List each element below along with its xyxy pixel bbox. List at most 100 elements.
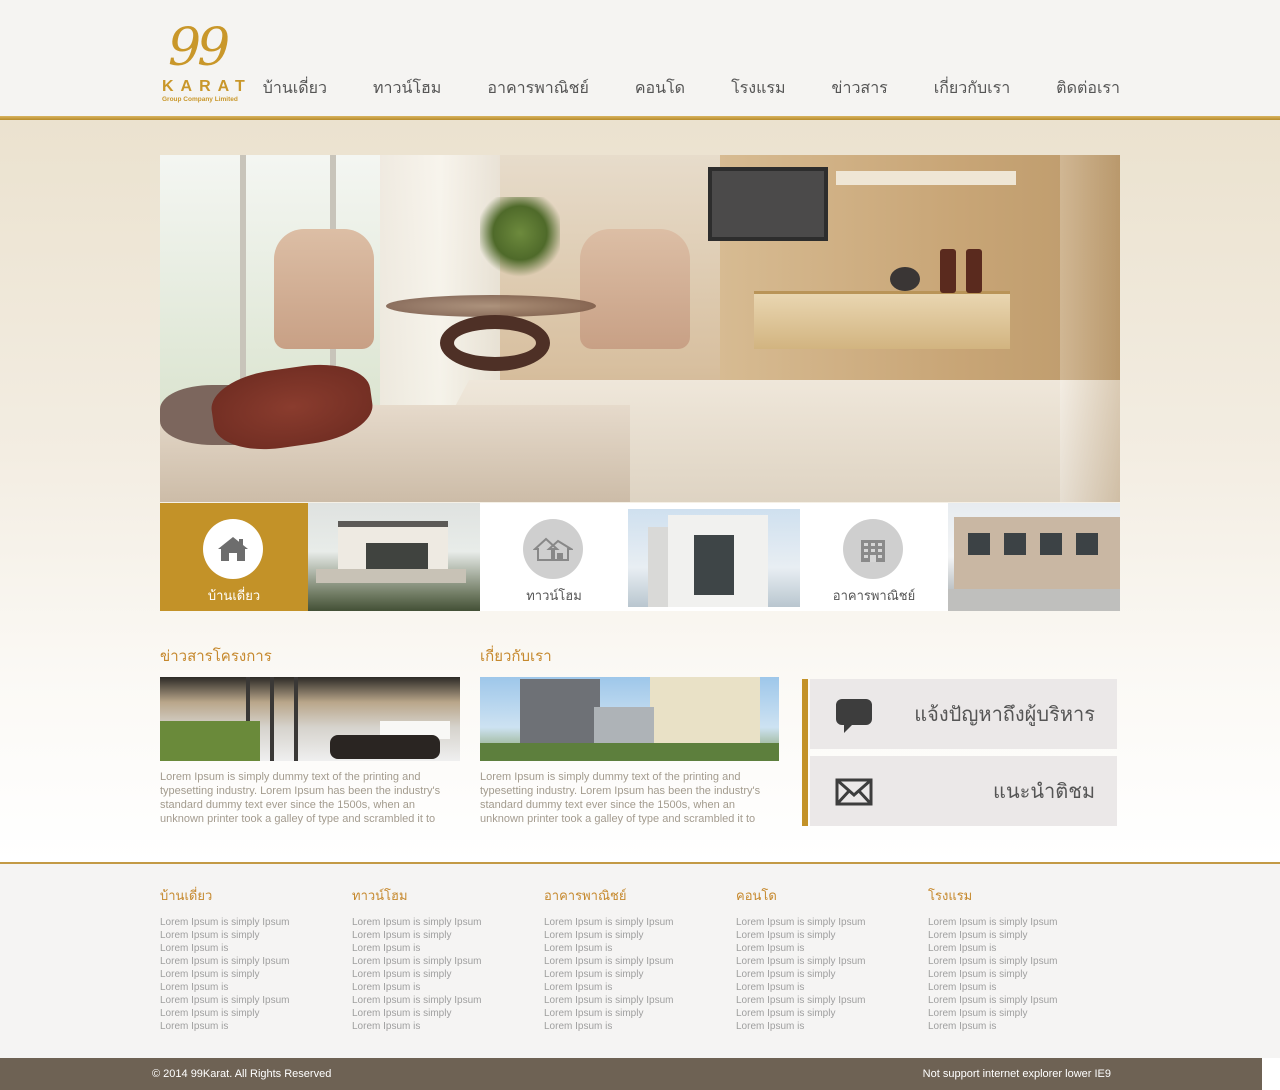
footer-link[interactable]: Lorem Ipsum is simply <box>352 929 532 942</box>
category-townhome[interactable]: ทาวน์โฮม <box>480 503 628 611</box>
footer-link[interactable]: Lorem Ipsum is simply <box>736 929 916 942</box>
footer-link[interactable]: Lorem Ipsum is simply <box>928 929 1108 942</box>
nav-item-commercial[interactable]: อาคารพาณิชย์ <box>464 76 611 100</box>
footer-link[interactable]: Lorem Ipsum is simply Ipsum <box>736 916 916 929</box>
category-label: ทาวน์โฮม <box>526 589 582 604</box>
nav-item-hotel[interactable]: โรงแรม <box>708 76 808 100</box>
logo-number: 99 <box>168 18 230 78</box>
footer-link[interactable]: Lorem Ipsum is <box>928 1020 1108 1033</box>
footer-link[interactable]: Lorem Ipsum is <box>544 981 724 994</box>
news-excerpt: Lorem Ipsum is simply dummy text of the … <box>160 771 441 825</box>
category-tiles: บ้านเดี่ยว ทาวน์โฮม อาคารพาณิชย์ <box>160 503 1120 611</box>
site-header: 99 KARAT Group Company Limited บ้านเดี่ย… <box>0 0 1280 116</box>
footer-link[interactable]: Lorem Ipsum is simply <box>928 1007 1108 1020</box>
hero-banner <box>160 155 1120 502</box>
footer-link[interactable]: Lorem Ipsum is simply Ipsum <box>928 994 1108 1007</box>
footer-link[interactable]: Lorem Ipsum is simply Ipsum <box>352 916 532 929</box>
footer-link[interactable]: Lorem Ipsum is simply Ipsum <box>928 916 1108 929</box>
footer-link[interactable]: Lorem Ipsum is simply Ipsum <box>160 994 340 1007</box>
news-title[interactable]: ข่าวสารโครงการ <box>160 646 460 666</box>
footer-link[interactable]: Lorem Ipsum is <box>544 942 724 955</box>
footer-column-title[interactable]: โรงแรม <box>928 888 1108 906</box>
footer-column-single-house: บ้านเดี่ยว Lorem Ipsum is simply Ipsum L… <box>160 888 340 1033</box>
hero-table <box>386 295 596 317</box>
footer-column-title[interactable]: ทาวน์โฮม <box>352 888 532 906</box>
about-section: เกี่ยวกับเรา Lorem Ipsum is simply dummy… <box>480 646 780 826</box>
feedback-button[interactable]: แนะนำติชม <box>810 756 1117 826</box>
footer-column-commercial: อาคารพาณิชย์ Lorem Ipsum is simply Ipsum… <box>544 888 724 1033</box>
footer-link[interactable]: Lorem Ipsum is <box>928 942 1108 955</box>
footer-link[interactable]: Lorem Ipsum is simply <box>544 968 724 981</box>
footer-link[interactable]: Lorem Ipsum is <box>160 942 340 955</box>
category-single-house[interactable]: บ้านเดี่ยว <box>160 503 308 611</box>
footer-link[interactable]: Lorem Ipsum is simply Ipsum <box>544 916 724 929</box>
footer-link[interactable]: Lorem Ipsum is simply <box>928 968 1108 981</box>
nav-item-single-house[interactable]: บ้านเดี่ยว <box>240 76 350 100</box>
footer-link[interactable]: Lorem Ipsum is simply Ipsum <box>352 994 532 1007</box>
category-commercial[interactable]: อาคารพาณิชย์ <box>800 503 948 611</box>
about-title[interactable]: เกี่ยวกับเรา <box>480 646 780 666</box>
footer-link[interactable]: Lorem Ipsum is simply <box>160 929 340 942</box>
report-label: แจ้งปัญหาถึงผู้บริหาร <box>914 702 1095 726</box>
footer-link[interactable]: Lorem Ipsum is <box>352 942 532 955</box>
footer-link[interactable]: Lorem Ipsum is <box>736 942 916 955</box>
hero-shelf <box>836 171 1016 185</box>
commercial-photo[interactable] <box>948 503 1120 611</box>
hero-table-base <box>440 315 550 371</box>
footer-link[interactable]: Lorem Ipsum is <box>160 981 340 994</box>
hero-chair <box>580 229 690 349</box>
footer-link[interactable]: Lorem Ipsum is <box>160 1020 340 1033</box>
news-section: ข่าวสารโครงการ Lorem Ipsum is simply dum… <box>160 646 460 826</box>
footer-column-title[interactable]: บ้านเดี่ยว <box>160 888 340 906</box>
nav-item-condo[interactable]: คอนโด <box>612 76 708 100</box>
hero-cabinet <box>754 291 1010 349</box>
nav-item-contact[interactable]: ติดต่อเรา <box>1033 76 1120 100</box>
logo-tagline: Group Company Limited <box>162 96 238 103</box>
nav-item-news[interactable]: ข่าวสาร <box>809 76 911 100</box>
hero-tv <box>708 167 828 241</box>
footer-column-title[interactable]: อาคารพาณิชย์ <box>544 888 724 906</box>
footer-link[interactable]: Lorem Ipsum is <box>736 1020 916 1033</box>
footer-link[interactable]: Lorem Ipsum is <box>352 981 532 994</box>
footer-link[interactable]: Lorem Ipsum is <box>352 1020 532 1033</box>
townhome-icon <box>523 519 583 579</box>
footer-link[interactable]: Lorem Ipsum is simply Ipsum <box>160 916 340 929</box>
footer-column-condo: คอนโด Lorem Ipsum is simply Ipsum Lorem … <box>736 888 916 1033</box>
hero-bowl <box>890 267 920 291</box>
news-image[interactable] <box>160 677 460 761</box>
footer-link[interactable]: Lorem Ipsum is simply Ipsum <box>736 994 916 1007</box>
footer-link[interactable]: Lorem Ipsum is <box>736 981 916 994</box>
browser-support-notice: Not support internet explorer lower IE9 <box>922 1068 1111 1080</box>
footer-link[interactable]: Lorem Ipsum is simply <box>352 968 532 981</box>
copyright-text: © 2014 99Karat. All Rights Reserved <box>152 1068 332 1080</box>
hero-chair <box>274 229 374 349</box>
footer-column-title[interactable]: คอนโด <box>736 888 916 906</box>
commercial-building-icon <box>843 519 903 579</box>
footer-link[interactable]: Lorem Ipsum is simply <box>544 929 724 942</box>
about-image[interactable] <box>480 677 779 761</box>
single-house-photo[interactable] <box>308 503 480 611</box>
footer-link[interactable]: Lorem Ipsum is simply Ipsum <box>736 955 916 968</box>
footer-column-townhome: ทาวน์โฮม Lorem Ipsum is simply Ipsum Lor… <box>352 888 532 1033</box>
footer-link[interactable]: Lorem Ipsum is simply Ipsum <box>352 955 532 968</box>
contact-panel: แจ้งปัญหาถึงผู้บริหาร แนะนำติชม <box>802 679 1117 826</box>
footer-link[interactable]: Lorem Ipsum is <box>544 1020 724 1033</box>
footer-column-hotel: โรงแรม Lorem Ipsum is simply Ipsum Lorem… <box>928 888 1108 1033</box>
footer-link[interactable]: Lorem Ipsum is simply Ipsum <box>544 994 724 1007</box>
footer-link[interactable]: Lorem Ipsum is simply <box>736 968 916 981</box>
nav-item-townhome[interactable]: ทาวน์โฮม <box>350 76 464 100</box>
footer-link[interactable]: Lorem Ipsum is <box>928 981 1108 994</box>
footer-link[interactable]: Lorem Ipsum is simply <box>160 1007 340 1020</box>
about-excerpt: Lorem Ipsum is simply dummy text of the … <box>480 771 761 825</box>
townhome-photo[interactable] <box>628 509 800 607</box>
footer-link[interactable]: Lorem Ipsum is simply <box>352 1007 532 1020</box>
nav-item-about[interactable]: เกี่ยวกับเรา <box>911 76 1033 100</box>
footer-link[interactable]: Lorem Ipsum is simply Ipsum <box>160 955 340 968</box>
footer-link[interactable]: Lorem Ipsum is simply Ipsum <box>544 955 724 968</box>
footer-link[interactable]: Lorem Ipsum is simply <box>160 968 340 981</box>
report-to-management-button[interactable]: แจ้งปัญหาถึงผู้บริหาร <box>810 679 1117 749</box>
footer-link[interactable]: Lorem Ipsum is simply <box>736 1007 916 1020</box>
hero-vase <box>940 249 956 293</box>
footer-link[interactable]: Lorem Ipsum is simply Ipsum <box>928 955 1108 968</box>
footer-link[interactable]: Lorem Ipsum is simply <box>544 1007 724 1020</box>
